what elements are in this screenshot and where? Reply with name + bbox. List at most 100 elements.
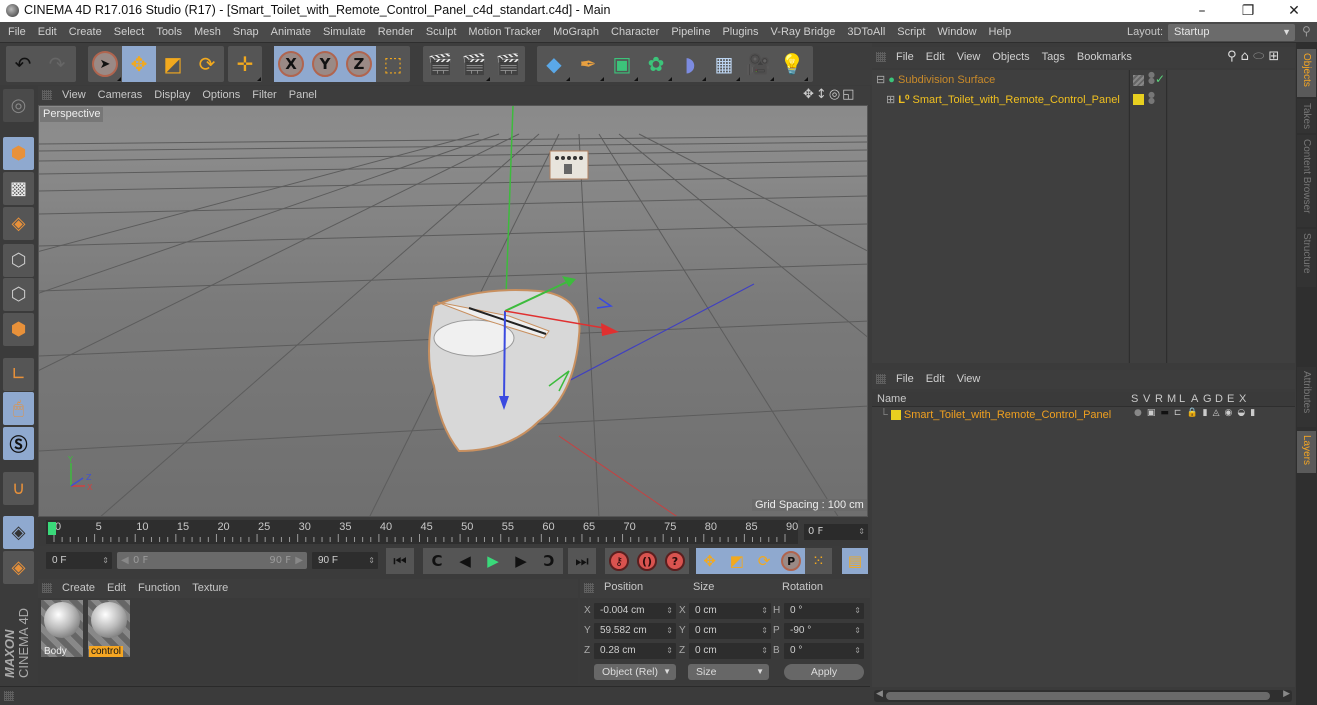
viewport-menu-cameras[interactable]: Cameras bbox=[92, 86, 149, 105]
cube-button[interactable]: ◆ bbox=[537, 46, 571, 82]
record-active-objects-button[interactable]: ⚷ bbox=[605, 548, 633, 574]
snapping-button[interactable]: Ⓢ bbox=[3, 427, 34, 460]
material-control[interactable]: control bbox=[88, 600, 130, 657]
scrollbar-thumb[interactable] bbox=[886, 692, 1270, 700]
camera-button[interactable]: 🎥 bbox=[741, 46, 775, 82]
lock-icon[interactable]: 🔒 bbox=[1186, 408, 1202, 418]
point-level-animation-toggle[interactable]: ⁙ bbox=[805, 548, 832, 574]
material-menu-edit[interactable]: Edit bbox=[101, 579, 132, 598]
coordinate-system-button[interactable]: ⬚ bbox=[376, 46, 410, 82]
keyframe-selection-button[interactable]: ? bbox=[661, 548, 689, 574]
position-field-y[interactable]: 59.582 cm ⇕ bbox=[594, 623, 676, 639]
x-axis-toggle[interactable]: X bbox=[274, 46, 308, 82]
new-window-icon[interactable]: ⊞ bbox=[1268, 49, 1279, 64]
magnet-button[interactable]: ∪ bbox=[3, 472, 34, 505]
menu-file[interactable]: File bbox=[2, 22, 32, 43]
tweak-mode-button[interactable]: 🖱 bbox=[3, 392, 34, 425]
object-menu-file[interactable]: File bbox=[890, 47, 920, 68]
animation-icon[interactable]: ▮ bbox=[1203, 408, 1213, 418]
live-selection-button[interactable]: ➤ bbox=[88, 46, 122, 82]
size-field-z[interactable]: 0 cm ⇕ bbox=[689, 643, 771, 659]
menu-pipeline[interactable]: Pipeline bbox=[665, 22, 716, 43]
horizontal-scrollbar[interactable]: ◀ ▶ bbox=[874, 689, 1292, 702]
object-menu-bookmarks[interactable]: Bookmarks bbox=[1071, 47, 1138, 68]
viewport-menu-display[interactable]: Display bbox=[148, 86, 196, 105]
column-header-a[interactable]: A bbox=[1191, 393, 1198, 405]
search-icon[interactable]: ⚲ bbox=[1227, 49, 1237, 64]
enable-axis-button[interactable]: ∟ bbox=[3, 358, 34, 391]
position-field-x[interactable]: -0.004 cm ⇕ bbox=[594, 603, 676, 619]
workplane-mode-button[interactable]: ◈ bbox=[3, 207, 34, 240]
menu-help[interactable]: Help bbox=[983, 22, 1018, 43]
go-to-end-button[interactable]: ⏭ bbox=[568, 548, 596, 574]
layer-menu-file[interactable]: File bbox=[890, 370, 920, 389]
timeline-button[interactable]: ▤ bbox=[842, 548, 868, 574]
menu-motion-tracker[interactable]: Motion Tracker bbox=[462, 22, 547, 43]
next-key-button[interactable]: Ɔ bbox=[535, 548, 563, 574]
menu-v-ray-bridge[interactable]: V-Ray Bridge bbox=[765, 22, 842, 43]
light-button[interactable]: 💡 bbox=[775, 46, 809, 82]
apply-button[interactable]: Apply bbox=[784, 664, 864, 680]
generators-icon[interactable]: ◬ bbox=[1213, 408, 1225, 418]
layer-color-icon[interactable] bbox=[1133, 94, 1144, 105]
layer-menu-edit[interactable]: Edit bbox=[920, 370, 951, 389]
filter-icon[interactable]: ⬭ bbox=[1253, 49, 1264, 64]
previous-key-button[interactable]: C bbox=[423, 548, 451, 574]
scale-tool-button[interactable]: ◩ bbox=[156, 46, 190, 82]
menu-script[interactable]: Script bbox=[891, 22, 931, 43]
object-row-subdivision-surface[interactable]: ⊟ ● Subdivision Surface bbox=[876, 71, 995, 90]
manager-icon[interactable]: ⊏ bbox=[1174, 408, 1187, 418]
tab-layers[interactable]: Layers bbox=[1297, 431, 1316, 473]
object-menu-tags[interactable]: Tags bbox=[1036, 47, 1071, 68]
remote-control-panel-model[interactable] bbox=[549, 150, 589, 180]
deformers-icon[interactable]: ◉ bbox=[1225, 408, 1238, 418]
object-menu-objects[interactable]: Objects bbox=[986, 47, 1035, 68]
size-field-x[interactable]: 0 cm ⇕ bbox=[689, 603, 771, 619]
menu-render[interactable]: Render bbox=[372, 22, 420, 43]
home-icon[interactable]: ⌂ bbox=[1241, 49, 1249, 64]
layer-flags[interactable]: ●▣▬⊏🔒▮◬◉◒▮ bbox=[1134, 408, 1260, 418]
layer-color-swatch[interactable] bbox=[890, 410, 901, 421]
z-axis-toggle[interactable]: Z bbox=[342, 46, 376, 82]
rotation-field-y[interactable]: -90 ° ⇕ bbox=[784, 623, 864, 639]
menu-snap[interactable]: Snap bbox=[227, 22, 265, 43]
menu-edit[interactable]: Edit bbox=[32, 22, 63, 43]
current-frame-field[interactable]: 0 F ⇕ bbox=[804, 524, 868, 540]
rotate-tool-button[interactable]: ⟳ bbox=[190, 46, 224, 82]
column-header-m[interactable]: M bbox=[1167, 393, 1176, 405]
rotation-track-toggle[interactable]: ⟳ bbox=[750, 548, 778, 574]
maximize-view-icon[interactable]: ◱ bbox=[842, 87, 856, 102]
layer-row[interactable]: └ Smart_Toilet_with_Remote_Control_Panel bbox=[880, 406, 1111, 425]
go-to-start-button[interactable]: ⏮ bbox=[386, 548, 414, 574]
menu-tools[interactable]: Tools bbox=[150, 22, 188, 43]
tab-takes[interactable]: Takes bbox=[1297, 99, 1316, 133]
y-axis-toggle[interactable]: Y bbox=[308, 46, 342, 82]
timeline-playhead[interactable] bbox=[48, 522, 56, 535]
column-header-r[interactable]: R bbox=[1155, 393, 1163, 405]
edges-mode-button[interactable]: ⬡ bbox=[3, 278, 34, 311]
tab-content-browser[interactable]: Content Browser bbox=[1297, 135, 1316, 227]
scroll-left-icon[interactable]: ◀ bbox=[876, 689, 883, 699]
planar-workplane-button[interactable]: ◈ bbox=[3, 551, 34, 584]
cloner-button[interactable]: ✿ bbox=[639, 46, 673, 82]
pen-spline-button[interactable]: ✒ bbox=[571, 46, 605, 82]
scroll-right-icon[interactable]: ▶ bbox=[1283, 689, 1290, 699]
column-header-d[interactable]: D bbox=[1215, 393, 1223, 405]
parameter-track-toggle[interactable]: P bbox=[777, 548, 805, 574]
column-header-e[interactable]: E bbox=[1227, 393, 1234, 405]
3d-viewport[interactable]: Y X Z bbox=[38, 105, 868, 517]
material-body[interactable]: Body bbox=[41, 600, 83, 657]
layer-tag-icon[interactable] bbox=[1133, 75, 1144, 86]
pan-icon[interactable]: ✥ bbox=[803, 87, 816, 102]
viewport-menu-panel[interactable]: Panel bbox=[283, 86, 323, 105]
menu-sculpt[interactable]: Sculpt bbox=[420, 22, 463, 43]
points-mode-button[interactable]: ⬡ bbox=[3, 244, 34, 277]
tab-attributes[interactable]: Attributes bbox=[1297, 367, 1316, 427]
layer-menu-view[interactable]: View bbox=[951, 370, 987, 389]
render-settings-button[interactable]: 🎬 bbox=[491, 46, 525, 82]
close-button[interactable]: ✕ bbox=[1271, 0, 1317, 22]
start-frame-field[interactable]: 0 F ⇕ bbox=[46, 552, 112, 569]
menu-select[interactable]: Select bbox=[108, 22, 151, 43]
solo-icon[interactable]: ● bbox=[1134, 408, 1147, 418]
scale-track-toggle[interactable]: ◩ bbox=[723, 548, 751, 574]
